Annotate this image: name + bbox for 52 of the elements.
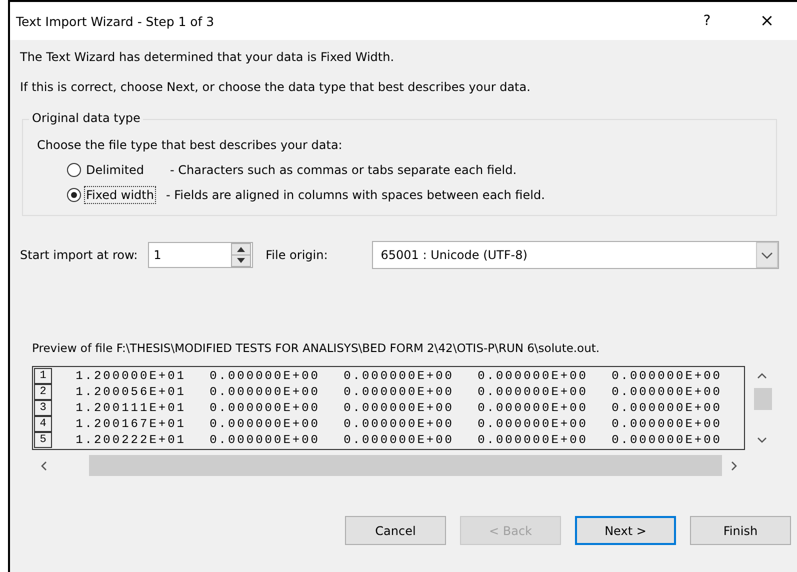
preview-cell-text: 1.200222E+01 bbox=[74, 432, 186, 448]
preview-cell-text: 0.000000E+00 bbox=[342, 416, 454, 432]
radio-button[interactable] bbox=[67, 162, 81, 176]
close-button[interactable]: × bbox=[737, 2, 797, 40]
preview-cell-text: 0.000000E+00 bbox=[342, 432, 454, 448]
preview-cell-text: 0.000000E+00 bbox=[342, 368, 454, 384]
preview-cell-text: 0.000000E+00 bbox=[208, 384, 320, 400]
line-number: 3 bbox=[34, 400, 52, 416]
dialog-button[interactable]: Finish bbox=[690, 516, 791, 545]
preview-cell-text: 0.000000E+00 bbox=[610, 416, 722, 432]
file-origin-label: File origin: bbox=[266, 248, 328, 262]
group-legend: Original data type bbox=[29, 111, 144, 125]
preview-cell-text: 0.000000E+00 bbox=[476, 432, 588, 448]
preview-cell-text: 0.000000E+00 bbox=[208, 368, 320, 384]
prompt-text: Choose the file type that best describes your data: bbox=[37, 138, 344, 152]
preview-cell-text: 0.000000E+00 bbox=[208, 416, 320, 432]
preview-cell-text: 0.000000E+00 bbox=[476, 384, 588, 400]
intro-text: The Text Wizard has determined that your data is Fixed Width. bbox=[20, 50, 396, 64]
preview-cell-text: 0.000000E+00 bbox=[342, 384, 454, 400]
preview-cell-text: 0.000000E+00 bbox=[342, 400, 454, 416]
radio-button[interactable] bbox=[67, 188, 81, 202]
start-row-label: Start import at row: bbox=[20, 248, 138, 262]
help-button[interactable]: ? bbox=[677, 2, 737, 40]
preview-cell-text: 1.200167E+01 bbox=[74, 416, 186, 432]
line-number: 5 bbox=[34, 432, 52, 448]
preview-cell-text: 0.000000E+00 bbox=[476, 368, 588, 384]
start-row-field[interactable]: 1 bbox=[148, 242, 253, 268]
preview-cell-text: 0.000000E+00 bbox=[610, 432, 722, 448]
spinner-arrows-icon[interactable] bbox=[230, 243, 251, 267]
preview-caption: Preview of file F:\THESIS\MODIFIED TESTS FOR ANALISYS\BED FORM 2\42\OTIS-P\RUN 6\solute.out. bbox=[32, 341, 601, 355]
preview-cell-text: 0.000000E+00 bbox=[610, 384, 722, 400]
radio-label[interactable]: Fixed width bbox=[84, 186, 156, 204]
preview-cell-text: 1.200056E+01 bbox=[74, 384, 186, 400]
preview-cell-text: 0.000000E+00 bbox=[208, 432, 320, 448]
dialog-button[interactable]: Next > bbox=[575, 516, 676, 545]
preview-cell-text: 0.000000E+00 bbox=[208, 400, 320, 416]
line-number: 1 bbox=[34, 368, 52, 384]
preview-cell-text: 1.200111E+01 bbox=[74, 400, 186, 416]
line-number: 2 bbox=[34, 384, 52, 400]
intro-text: If this is correct, choose Next, or choose the data type that best describes your data. bbox=[20, 80, 532, 94]
file-origin-dropdown[interactable]: 65001 : Unicode (UTF-8) bbox=[372, 241, 779, 269]
preview-cell-text: 0.000000E+00 bbox=[476, 416, 588, 432]
preview-cell-text: 1.200000E+01 bbox=[74, 368, 186, 384]
line-number: 4 bbox=[34, 416, 52, 432]
dialog-button[interactable]: Cancel bbox=[345, 516, 446, 545]
preview-cell-text: 0.000000E+00 bbox=[610, 368, 722, 384]
radio-label[interactable]: Delimited bbox=[84, 160, 166, 178]
preview-cell-text: 0.000000E+00 bbox=[476, 400, 588, 416]
option-description: - Fields are aligned in columns with spaces between each field. bbox=[166, 188, 545, 202]
window-title: Text Import Wizard - Step 1 of 3 bbox=[16, 14, 216, 28]
preview-cell-text: 0.000000E+00 bbox=[610, 400, 722, 416]
option-description: - Characters such as commas or tabs separate each field. bbox=[170, 162, 517, 176]
